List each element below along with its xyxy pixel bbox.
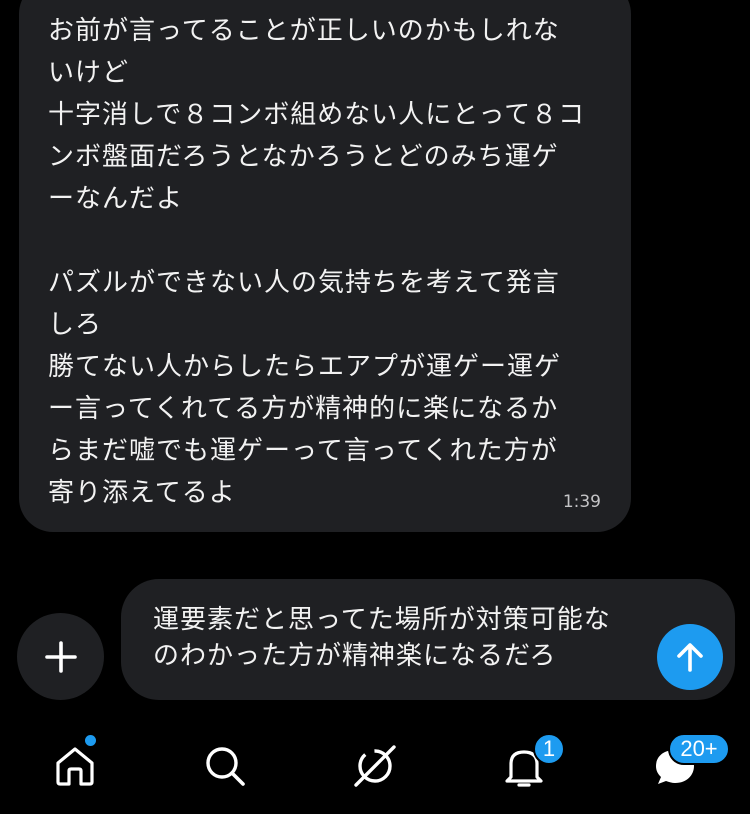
nav-grok[interactable] — [345, 738, 405, 794]
grok-icon — [354, 745, 396, 787]
messages-badge: 20+ — [668, 733, 730, 765]
bottom-navigation: 1 20+ — [0, 718, 750, 814]
nav-home[interactable] — [45, 738, 105, 794]
home-notification-dot — [85, 735, 96, 746]
arrow-up-icon — [677, 643, 703, 672]
message-bubble[interactable]: お前が言ってることが正しいのかもしれな いけど 十字消しで８コンボ組めない人にと… — [19, 0, 631, 532]
send-button[interactable] — [657, 624, 723, 690]
message-composer[interactable]: 運要素だと思ってた場所が対策可能な のわかった方が精神楽になるだろ — [121, 579, 735, 700]
search-icon — [206, 747, 245, 786]
message-timestamp: 1:39 — [562, 492, 601, 512]
add-attachment-button[interactable] — [17, 613, 104, 700]
notifications-badge: 1 — [533, 733, 565, 765]
plus-icon — [44, 640, 77, 673]
message-text: お前が言ってることが正しいのかもしれな いけど 十字消しで８コンボ組めない人にと… — [48, 16, 586, 508]
composer-input[interactable]: 運要素だと思ってた場所が対策可能な のわかった方が精神楽になるだろ — [153, 602, 611, 674]
nav-search[interactable] — [195, 738, 255, 794]
home-icon — [56, 747, 94, 786]
